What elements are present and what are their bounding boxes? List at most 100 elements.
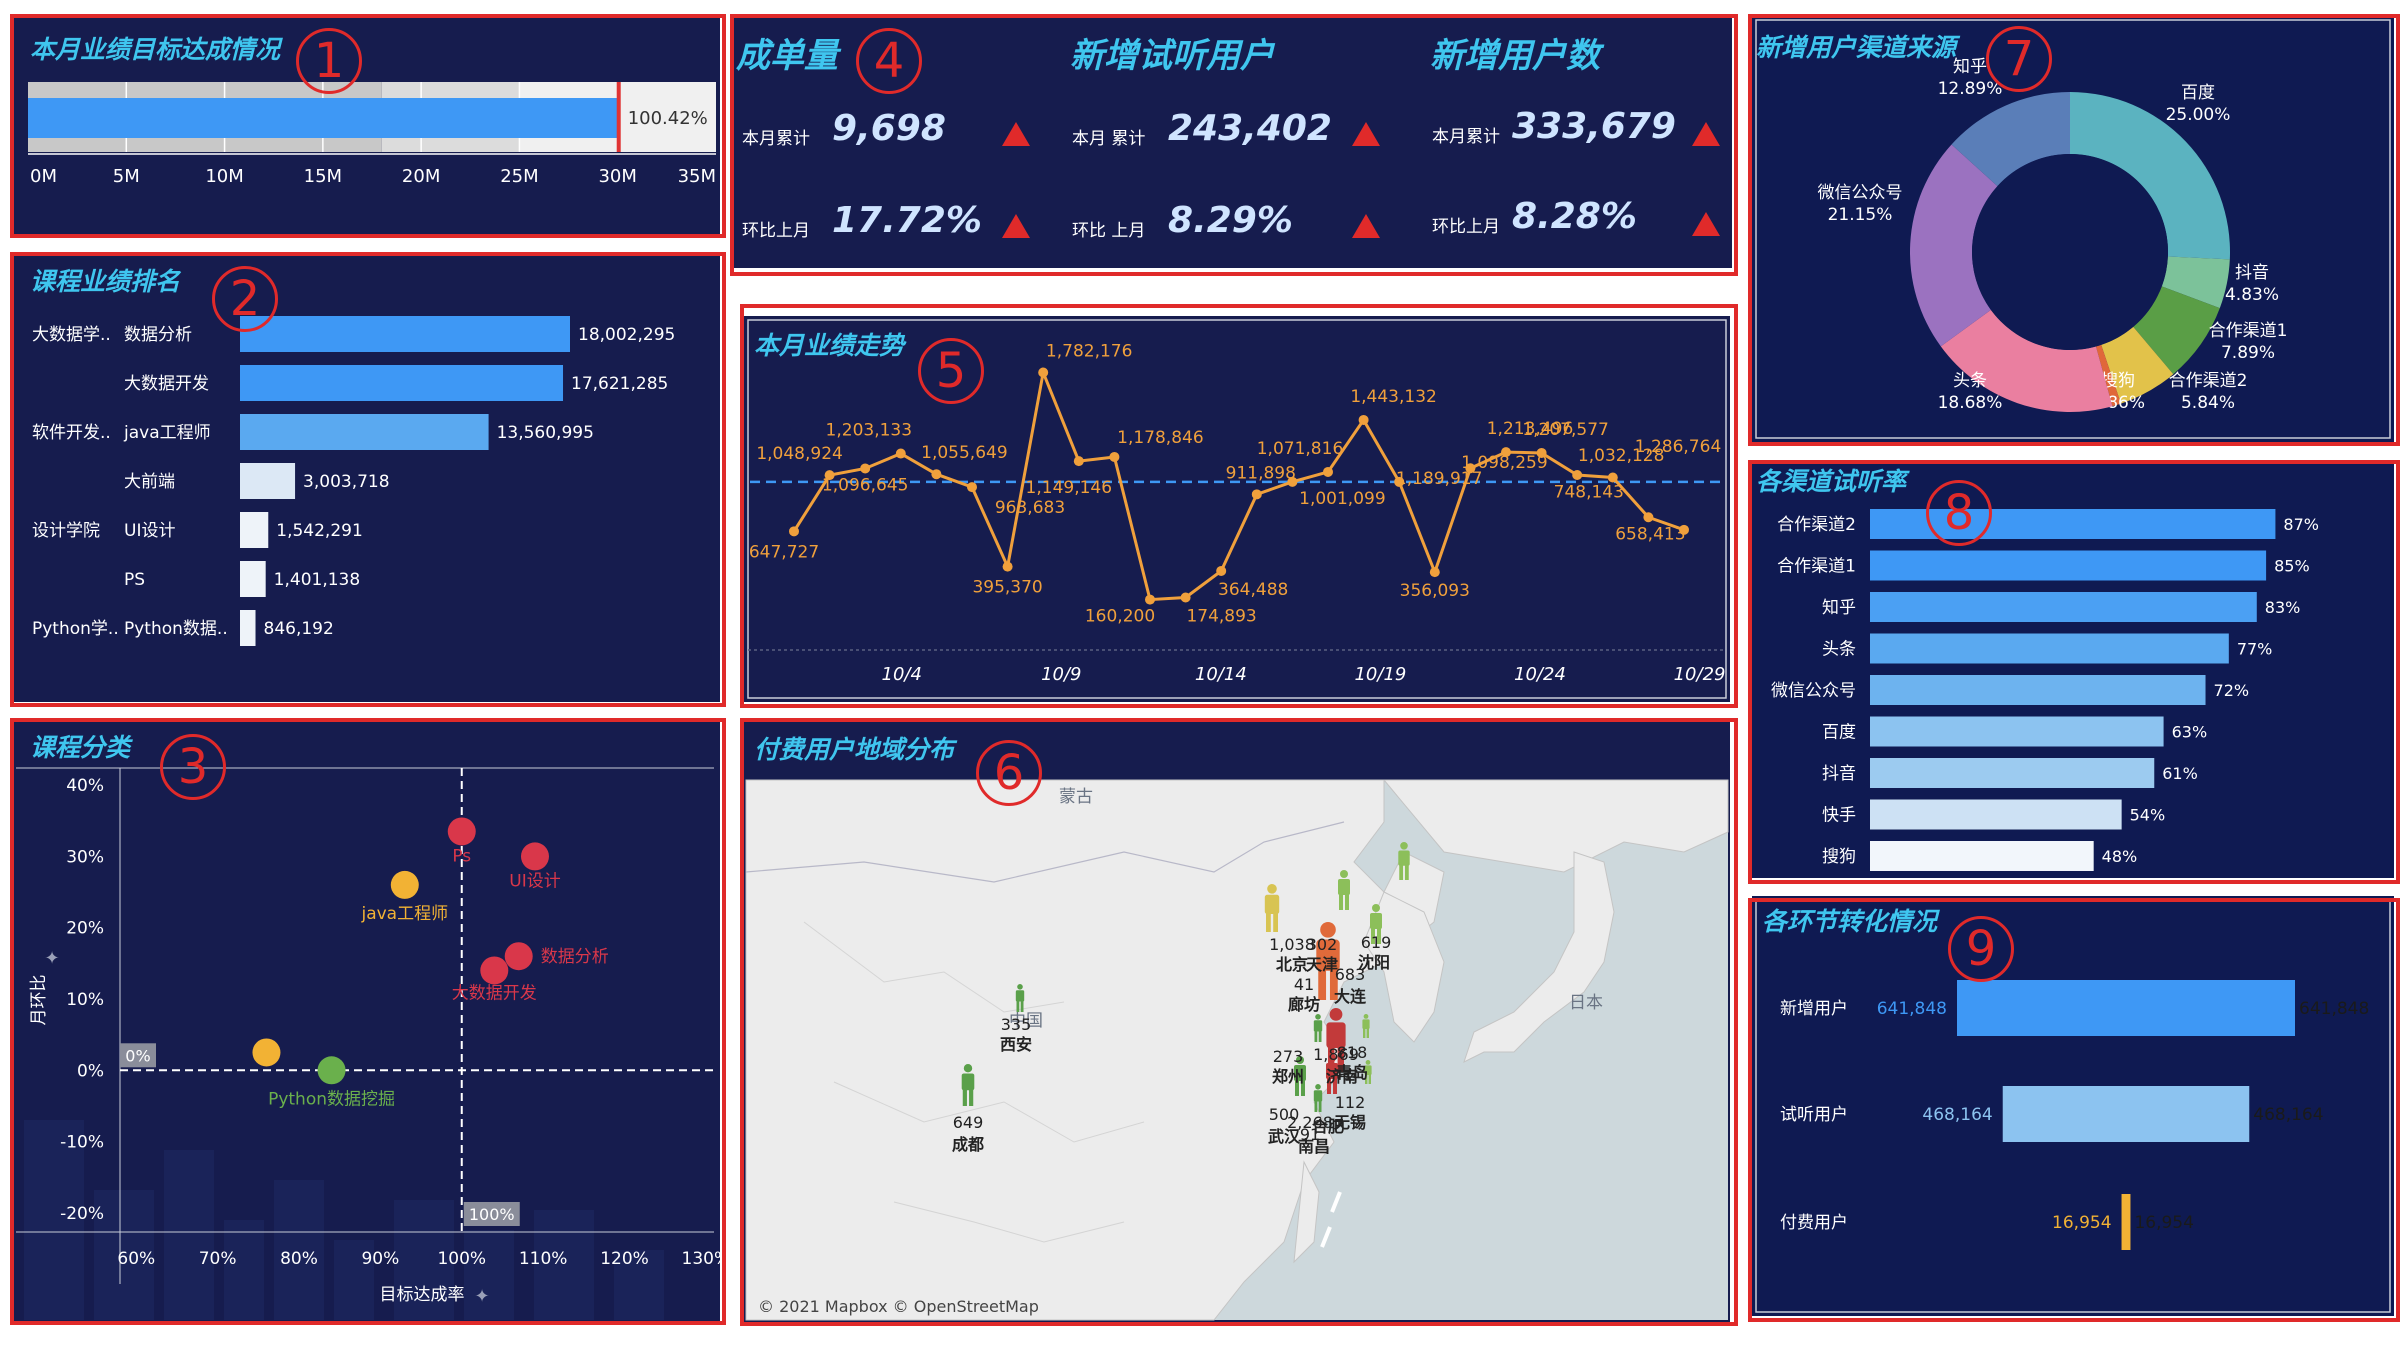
scatter-point[interactable] [480, 956, 509, 985]
point-value-label: 963,683 [995, 498, 1065, 518]
city-value-label: 273 [1273, 1047, 1304, 1066]
kpi-row2-label: 环比上月 [1432, 217, 1500, 237]
line-point[interactable] [789, 526, 799, 537]
point-value-label: 1,782,176 [1046, 341, 1133, 361]
series-line [792, 367, 1685, 602]
scatter-point[interactable] [520, 842, 549, 871]
value-label: 61% [2162, 764, 2198, 783]
bar[interactable] [1870, 592, 2257, 622]
person-head [963, 1064, 973, 1073]
line-point[interactable] [1572, 470, 1583, 480]
line-point[interactable] [1109, 451, 1120, 462]
y-tick-label: -10% [60, 1133, 104, 1153]
x-tick-label: 10/24 [1514, 664, 1566, 685]
circle-number: 8 [1926, 480, 1992, 546]
scatter-point[interactable] [252, 1038, 281, 1067]
category-label: 微信公众号 [1771, 681, 1856, 701]
x-tick-label: 10/4 [882, 664, 922, 685]
bullet-bar[interactable] [28, 98, 621, 138]
circle-number: 2 [212, 266, 278, 332]
bar[interactable] [1870, 841, 2094, 871]
point-value-label: 1,203,133 [826, 421, 913, 441]
value-label: 72% [2214, 681, 2250, 700]
person-leg [1368, 1074, 1371, 1084]
bar[interactable] [1870, 716, 2164, 747]
point-value-label: 1,055,649 [921, 443, 1008, 463]
bar[interactable] [240, 316, 570, 352]
point-value-label: 1,443,132 [1350, 387, 1437, 407]
slice-category-label: 抖音 [2235, 263, 2269, 283]
circle-number: 6 [976, 740, 1042, 806]
line-point[interactable] [1429, 567, 1440, 578]
line-point[interactable] [1358, 414, 1369, 425]
bar[interactable] [1870, 633, 2229, 664]
kpi-row2-label: 环比 上月 [1072, 221, 1146, 241]
line-point[interactable] [1251, 489, 1262, 500]
line-point[interactable] [1073, 456, 1084, 467]
line-point[interactable] [1643, 512, 1654, 523]
bar[interactable] [240, 414, 489, 450]
line-point[interactable] [1607, 472, 1618, 483]
bar[interactable] [240, 463, 296, 499]
panel-monthly-trend: 本月业绩走势 10/4 10/9 10/14 10/19 10/24 10/29 647,7… [744, 316, 1730, 702]
person-leg [1273, 912, 1278, 932]
circle-number: 5 [918, 338, 984, 404]
city-value-label: 335 [1001, 1015, 1032, 1034]
stage-label: 新增用户 [1780, 999, 1848, 1019]
bar[interactable] [1870, 799, 2122, 830]
city-value-label: 302 [1307, 935, 1338, 954]
line-point[interactable] [895, 448, 906, 459]
line-point[interactable] [860, 463, 871, 474]
line-point[interactable] [1180, 592, 1191, 603]
bar[interactable] [240, 610, 256, 646]
point-value-label: 356,093 [1400, 581, 1470, 601]
line-point[interactable] [1038, 367, 1049, 378]
city-name-label: 廊坊 [1288, 995, 1320, 1014]
kpi-trial-users: 新增试听用户 本月 累计 243,402 环比 上月 8.29% [1060, 16, 1400, 268]
scatter-point[interactable] [504, 942, 533, 971]
y-tick-label: -20% [60, 1204, 104, 1224]
city-name-label: 郑州 [1272, 1067, 1304, 1086]
city-name-label: 大连 [1334, 987, 1367, 1006]
up-arrow-icon [1352, 122, 1380, 146]
category-label: 抖音 [1822, 764, 1856, 784]
bar[interactable] [240, 365, 564, 401]
line-point[interactable] [1216, 565, 1227, 576]
scatter-point[interactable] [447, 817, 476, 846]
scatter-point[interactable] [390, 870, 419, 899]
point-value-label: 1,207,577 [1522, 420, 1609, 440]
point-value-label: 748,143 [1554, 483, 1624, 503]
line-point[interactable] [1002, 561, 1013, 572]
funnel-bar[interactable] [2121, 1194, 2131, 1250]
panel-user-channel-source: 新增用户渠道来源 百度 25.00% 抖音 4.83% 合作渠道1 7.89% 合作渠道2 5… [1752, 16, 2394, 442]
x-tick-label: 20M [402, 166, 440, 187]
point-value-label: 1,071,816 [1257, 439, 1344, 459]
bar[interactable] [240, 512, 269, 548]
person-body [1338, 879, 1350, 895]
city-name-label: 青岛 [1336, 1063, 1368, 1082]
point-value-label: 364,488 [1218, 580, 1288, 600]
person-leg [969, 1089, 974, 1106]
line-point[interactable] [967, 482, 977, 493]
bar[interactable] [240, 561, 266, 597]
funnel-bar[interactable] [1957, 980, 2295, 1036]
scatter-point[interactable] [317, 1056, 346, 1085]
line-point[interactable] [1323, 466, 1333, 477]
kpi-row2-value: 8.28% [1512, 196, 1637, 237]
funnel-bar[interactable] [2002, 1086, 2250, 1142]
line-point[interactable] [931, 469, 942, 480]
bar[interactable] [1870, 758, 2155, 788]
x-tick-label: 100% [437, 1249, 486, 1269]
bar[interactable] [1870, 550, 2267, 581]
person-body [961, 1073, 975, 1091]
bar[interactable] [1870, 675, 2206, 705]
kpi-row2-value: 17.72% [832, 200, 982, 241]
slice-category-label: 百度 [2181, 83, 2215, 103]
slice-category-label: 微信公众号 [1818, 183, 1903, 203]
region-map[interactable]: 蒙古中国日本1,038北京302天津619沈阳41廊坊683大连335西安273… [744, 722, 1730, 1322]
x-tick-label: 120% [600, 1249, 649, 1269]
line-point[interactable] [1145, 594, 1155, 605]
person-leg [1266, 912, 1271, 932]
x-tick-label: 130% [682, 1249, 720, 1269]
x-tick-label: 70% [199, 1249, 237, 1269]
